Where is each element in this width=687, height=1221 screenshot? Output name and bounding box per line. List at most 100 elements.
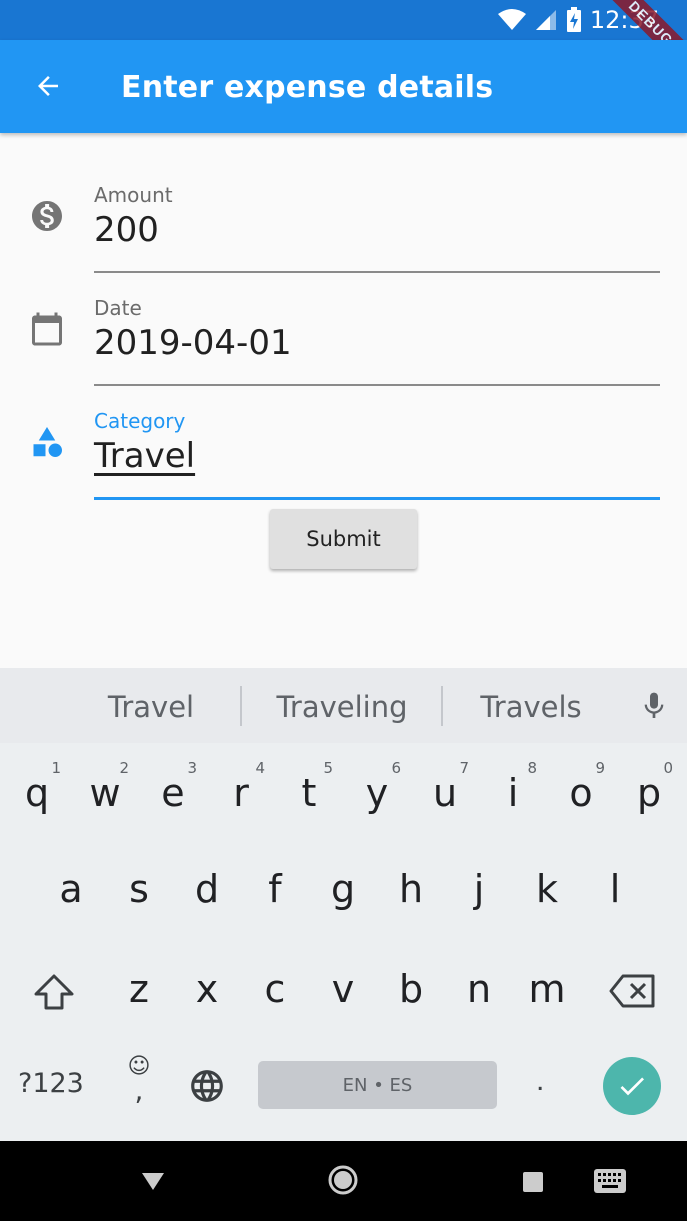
keyboard-switch-icon[interactable]	[593, 1168, 627, 1194]
globe-icon[interactable]	[188, 1067, 226, 1105]
key-hint: 5	[323, 759, 333, 777]
key-x[interactable]: x	[175, 941, 239, 1031]
date-label: Date	[94, 296, 142, 320]
cell-signal-icon	[535, 10, 556, 30]
key-d[interactable]: d	[175, 841, 239, 931]
amount-label: Amount	[94, 183, 173, 207]
key-hint: 9	[595, 759, 605, 777]
nav-recents-icon[interactable]	[522, 1171, 544, 1193]
category-shapes-icon	[28, 423, 66, 461]
battery-charging-icon	[566, 7, 581, 32]
key-s[interactable]: s	[107, 841, 171, 931]
key-label: e	[161, 771, 185, 815]
date-underline	[94, 384, 660, 386]
key-i[interactable]: i8	[481, 745, 545, 835]
key-w[interactable]: w2	[73, 745, 137, 835]
suggestion-item[interactable]: Travels	[443, 668, 619, 743]
key-hint: 0	[663, 759, 673, 777]
key-label: v	[331, 967, 355, 1011]
key-e[interactable]: e3	[141, 745, 205, 835]
key-label: k	[535, 867, 558, 911]
key-label: t	[301, 771, 317, 815]
key-f[interactable]: f	[243, 841, 307, 931]
page-title: Enter expense details	[121, 70, 494, 105]
key-label: n	[466, 967, 492, 1011]
period-key[interactable]: .	[536, 1064, 544, 1098]
key-l[interactable]: l	[583, 841, 647, 931]
key-a[interactable]: a	[39, 841, 103, 931]
emoji-comma-key[interactable]: ☺ ,	[124, 1056, 154, 1107]
key-label: i	[507, 771, 519, 815]
category-underline	[94, 497, 660, 500]
category-label: Category	[94, 409, 186, 433]
key-label: s	[129, 867, 149, 911]
key-u[interactable]: u7	[413, 745, 477, 835]
key-r[interactable]: r4	[209, 745, 273, 835]
space-key[interactable]: EN • ES	[258, 1061, 497, 1109]
key-g[interactable]: g	[311, 841, 375, 931]
key-label: j	[473, 867, 485, 911]
key-label: h	[398, 867, 424, 911]
nav-home-icon[interactable]	[327, 1164, 359, 1196]
backspace-icon[interactable]	[609, 974, 655, 1008]
key-o[interactable]: o9	[549, 745, 613, 835]
key-h[interactable]: h	[379, 841, 443, 931]
key-label: p	[636, 771, 662, 815]
key-hint: 4	[255, 759, 265, 777]
key-hint: 1	[51, 759, 61, 777]
key-label: z	[129, 967, 149, 1011]
shift-icon[interactable]	[33, 973, 75, 1011]
enter-key[interactable]	[603, 1057, 661, 1115]
symbols-key[interactable]: ?123	[18, 1068, 84, 1099]
key-label: o	[569, 771, 593, 815]
key-label: l	[609, 867, 621, 911]
key-hint: 3	[187, 759, 197, 777]
key-hint: 6	[391, 759, 401, 777]
status-bar: 12:37 DEBUG	[0, 0, 687, 40]
amount-underline	[94, 271, 660, 273]
comma-label: ,	[134, 1074, 144, 1107]
key-label: c	[264, 967, 286, 1011]
suggestion-item[interactable]: Travel	[80, 668, 222, 743]
key-y[interactable]: y6	[345, 745, 409, 835]
mic-icon[interactable]	[638, 688, 670, 724]
key-z[interactable]: z	[107, 941, 171, 1031]
key-k[interactable]: k	[515, 841, 579, 931]
key-b[interactable]: b	[379, 941, 443, 1031]
key-n[interactable]: n	[447, 941, 511, 1031]
key-label: d	[194, 867, 220, 911]
suggestion-bar: Travel Traveling Travels	[0, 668, 687, 743]
date-input[interactable]: 2019-04-01	[94, 323, 292, 363]
key-q[interactable]: q1	[5, 745, 69, 835]
key-label: q	[24, 771, 50, 815]
key-label: u	[432, 771, 458, 815]
key-label: x	[195, 967, 219, 1011]
wifi-icon	[497, 9, 526, 30]
key-hint: 7	[459, 759, 469, 777]
key-label: y	[365, 771, 389, 815]
key-p[interactable]: p0	[617, 745, 681, 835]
back-button[interactable]	[24, 62, 72, 110]
key-j[interactable]: j	[447, 841, 511, 931]
key-label: m	[528, 967, 566, 1011]
key-label: r	[233, 771, 249, 815]
key-m[interactable]: m	[515, 941, 579, 1031]
key-c[interactable]: c	[243, 941, 307, 1031]
key-label: w	[89, 771, 121, 815]
category-input[interactable]: Travel	[94, 436, 195, 476]
key-label: g	[330, 867, 356, 911]
key-hint: 2	[119, 759, 129, 777]
arrow-back-icon	[38, 76, 58, 96]
key-v[interactable]: v	[311, 941, 375, 1031]
app-bar: Enter expense details	[0, 40, 687, 133]
key-label: f	[268, 867, 282, 911]
soft-keyboard: Travel Traveling Travels q1w2e3r4t5y6u7i…	[0, 668, 687, 1141]
key-t[interactable]: t5	[277, 745, 341, 835]
nav-back-icon[interactable]	[140, 1170, 166, 1192]
suggestion-item[interactable]: Traveling	[242, 668, 442, 743]
system-nav-bar	[0, 1141, 687, 1221]
amount-input[interactable]: 200	[94, 210, 159, 250]
dollar-icon	[28, 197, 66, 235]
submit-button[interactable]: Submit	[270, 509, 417, 569]
calendar-icon	[28, 310, 66, 348]
